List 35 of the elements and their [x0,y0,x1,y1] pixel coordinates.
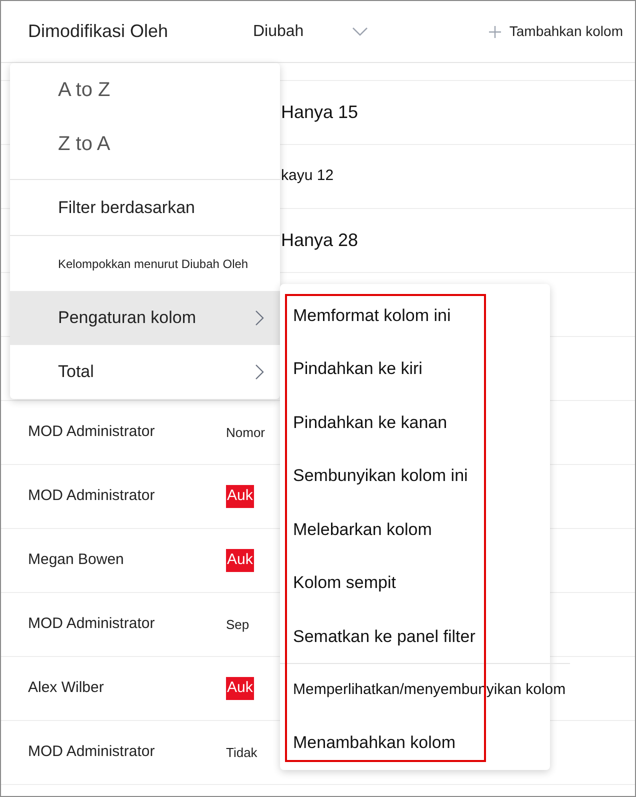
table-cell-text: Alex Wilber [27,678,105,698]
chevron-right-icon [255,364,264,380]
table-cell-text: Tidak [226,744,258,762]
table-cell-text: Hanya 28 [281,229,358,252]
menu-item[interactable]: Menambahkan kolom [280,716,550,770]
column-header[interactable]: Dimodifikasi Oleh [28,18,168,45]
table-cell-text: kayu 12 [281,166,334,186]
plus-icon [489,26,502,38]
table-cell-text: Nomor [226,424,266,442]
menu-item[interactable]: Pengaturan kolom [10,291,280,345]
table-cell: Auk [226,677,254,700]
menu-item[interactable]: Total [10,345,280,399]
menu-item[interactable]: Sematkan ke panel filter [280,610,550,664]
table-cell-text: MOD Administrator [27,486,156,506]
menu-item[interactable]: Memformat kolom ini [280,289,550,342]
table-cell-text: Megan Bowen [27,550,125,570]
add-column-link[interactable]: Tambahkan kolom [509,21,623,42]
chevron-down-icon [352,26,368,36]
menu-item[interactable]: Filter berdasarkan [10,179,280,235]
column-header[interactable]: Diubah [253,20,304,44]
chevron-right-icon [255,310,264,326]
menu-item[interactable]: Kolom sempit [280,556,550,610]
menu-item[interactable]: Melebarkan kolom [280,502,550,556]
table-cell-text: Sep [226,616,250,634]
table-cell-text: MOD Administrator [27,422,156,442]
table-cell-text: Hanya 15 [281,101,358,124]
table-cell-text: MOD Administrator [27,614,156,634]
menu-item[interactable]: Z to A [10,117,280,171]
table-cell: Auk [226,549,254,572]
table-cell-text: MOD Administrator [27,742,156,762]
menu-item[interactable]: Pindahkan ke kanan [280,396,550,450]
menu-item[interactable]: A to Z [10,63,280,117]
table-cell: Auk [226,485,254,508]
menu-item[interactable]: Pindahkan ke kiri [280,342,550,396]
menu-item[interactable]: Sembunyikan kolom ini [280,449,550,503]
